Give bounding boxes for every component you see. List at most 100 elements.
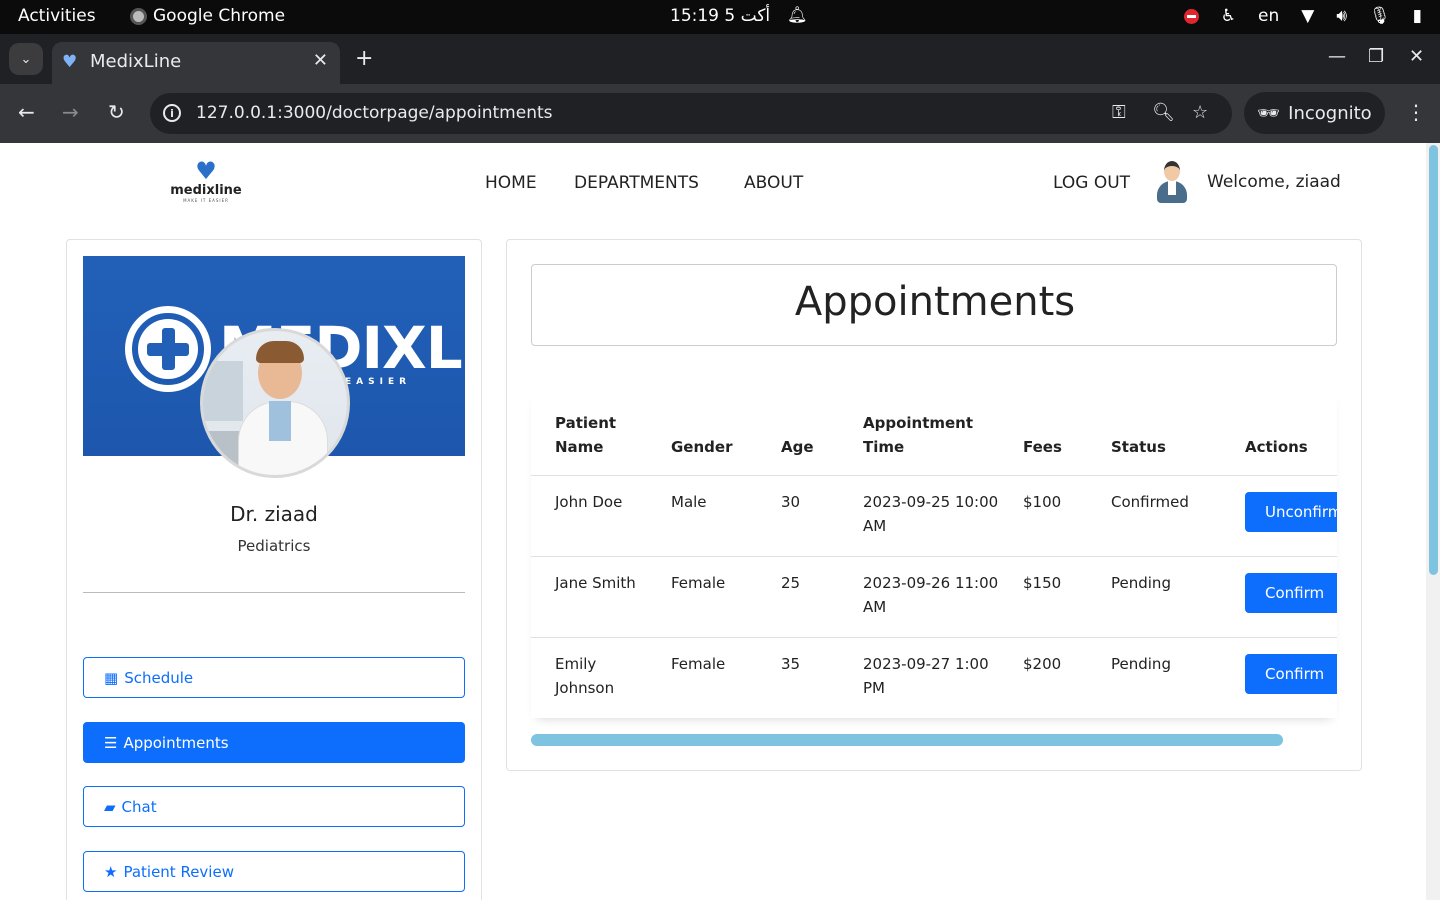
calendar-icon: ▦ [104, 668, 119, 687]
avatar-shirt [1168, 181, 1176, 195]
doctor-name: Dr. ziaad [230, 502, 318, 526]
battery-icon: ▮ [1412, 6, 1422, 26]
header-fees: Fees [999, 390, 1087, 476]
bookmark-star-icon[interactable]: ☆ [1192, 102, 1208, 123]
photo-shirt [269, 401, 291, 441]
patient-review-button[interactable]: ★ Patient Review [83, 851, 465, 892]
nav-home[interactable]: HOME [485, 173, 537, 193]
table-row: Jane Smith Female 25 2023-09-26 11:00 AM… [531, 556, 1337, 638]
site-logo[interactable]: ♥ medixline MAKE IT EASIER [170, 158, 242, 206]
chat-button[interactable]: ▰ Chat [83, 786, 465, 827]
photo-hair [256, 341, 304, 363]
schedule-label: Schedule [124, 668, 194, 687]
cell-time: 2023-09-26 11:00 AM [839, 556, 999, 638]
logo-tagline: MAKE IT EASIER [183, 198, 229, 203]
doctor-profile-card: MEDIXLINE EASIER Dr. ziaad Pediatrics ▦ … [66, 239, 482, 900]
banner-slogan: EASIER [345, 377, 412, 387]
url-text[interactable]: 127.0.0.1:3000/doctorpage/appointments [196, 103, 553, 123]
restore-icon[interactable]: ❐ [1368, 46, 1384, 67]
header-actions: Actions [1221, 390, 1337, 476]
app-name: Google Chrome [153, 6, 286, 26]
appointments-table: Patient Name Gender Age Appointment Time… [531, 390, 1337, 718]
logo-word: medixline [170, 183, 242, 198]
divider [83, 592, 465, 593]
appointments-table-container[interactable]: Patient Name Gender Age Appointment Time… [531, 390, 1337, 718]
table-header-row: Patient Name Gender Age Appointment Time… [531, 390, 1337, 476]
site-info-icon[interactable]: i [163, 104, 181, 122]
doctor-department: Pediatrics [237, 537, 311, 555]
clock[interactable]: 15:19 5 أكت [670, 6, 770, 26]
cell-gender: Female [647, 556, 757, 638]
welcome-text: Welcome, ziaad [1207, 172, 1341, 192]
microphone-icon: 🎙︎ [1369, 6, 1391, 26]
incognito-label: Incognito [1288, 102, 1372, 124]
activities-button[interactable]: Activities [18, 6, 96, 26]
table-row: Emily Johnson Female 35 2023-09-27 1:00 … [531, 637, 1337, 718]
cell-gender: Male [647, 475, 757, 557]
page-scrollbar-thumb[interactable] [1429, 145, 1438, 575]
confirm-button[interactable]: Confirm [1245, 653, 1337, 694]
chat-label: Chat [121, 797, 157, 816]
unconfirm-button[interactable]: Unconfirm [1245, 491, 1337, 532]
tab-strip: ⌄ ♥ MedixLine ✕ + — ❐ ✕ [0, 34, 1440, 84]
appointments-label: Appointments [123, 733, 229, 752]
header-status: Status [1087, 390, 1221, 476]
list-icon: ☰ [104, 733, 118, 752]
nav-about[interactable]: ABOUT [744, 173, 803, 193]
minimize-icon[interactable]: — [1328, 46, 1346, 67]
browser-toolbar: ← → ↻ i 127.0.0.1:3000/doctorpage/appoin… [0, 84, 1440, 143]
reload-icon[interactable]: ↻ [108, 100, 125, 124]
cell-status: Pending [1111, 654, 1171, 673]
table-row: John Doe Male 30 2023-09-25 10:00 AM $10… [531, 475, 1337, 557]
appointments-button[interactable]: ☰ Appointments [83, 722, 465, 763]
new-tab-icon[interactable]: + [355, 46, 373, 71]
logout-link[interactable]: LOG OUT [1053, 173, 1130, 193]
cell-fees: $100 [999, 475, 1087, 557]
cell-actions: Unconfirm [1221, 475, 1337, 557]
app-menu[interactable]: Google Chrome [130, 6, 285, 26]
doctor-photo [200, 328, 350, 478]
table-horizontal-scrollbar[interactable] [531, 734, 1283, 746]
back-icon[interactable]: ← [18, 100, 35, 124]
cell-actions: Confirm [1221, 556, 1337, 638]
banner-plus-horizontal [147, 343, 189, 356]
confirm-button[interactable]: Confirm [1245, 572, 1337, 613]
chrome-menu-icon[interactable]: ⋮ [1406, 100, 1426, 124]
cell-gender: Female [671, 654, 726, 673]
tab-search-button[interactable]: ⌄ [9, 43, 43, 75]
page-scrollbar[interactable] [1426, 143, 1440, 900]
incognito-icon: 🕶︎ [1257, 102, 1281, 124]
header-gender: Gender [647, 390, 757, 476]
cell-fees: $200 [1023, 654, 1062, 673]
cell-patient: John Doe [531, 475, 647, 557]
star-icon: ★ [104, 862, 118, 881]
close-window-icon[interactable]: ✕ [1409, 46, 1424, 67]
browser-tab[interactable]: ♥ MedixLine ✕ [52, 42, 340, 84]
cell-status: Pending [1087, 556, 1221, 638]
forward-icon[interactable]: → [62, 100, 79, 124]
header-age: Age [757, 390, 839, 476]
schedule-button[interactable]: ▦ Schedule [83, 657, 465, 698]
cell-actions: Confirm [1221, 637, 1337, 718]
patient-review-label: Patient Review [123, 862, 234, 881]
cell-patient: Jane Smith [531, 556, 647, 638]
zoom-icon[interactable]: 🔍︎ [1152, 102, 1175, 123]
os-top-bar: Activities Google Chrome 15:19 5 أكت 🔔︎ … [0, 0, 1440, 34]
bell-icon[interactable]: 🔔︎ [787, 5, 807, 24]
cell-time: 2023-09-27 1:00 PM [863, 654, 989, 697]
key-icon[interactable]: ⚿ [1112, 102, 1126, 123]
close-tab-icon[interactable]: ✕ [313, 50, 328, 71]
incognito-indicator[interactable]: 🕶︎ Incognito [1244, 92, 1385, 134]
system-tray[interactable]: ♿︎ en ▼ 🔊︎ 🎙︎ ▮ [1183, 6, 1422, 26]
accessibility-icon: ♿︎ [1220, 6, 1237, 26]
address-bar[interactable]: i 127.0.0.1:3000/doctorpage/appointments… [150, 93, 1232, 134]
cell-patient: Emily Johnson [555, 654, 615, 697]
language-indicator[interactable]: en [1258, 6, 1279, 26]
logo-heart-icon: ♥ [195, 157, 217, 185]
chat-icon: ▰ [104, 797, 116, 816]
header-appointment-time: Appointment Time [839, 390, 999, 476]
user-avatar[interactable] [1155, 161, 1189, 205]
photo-shelf [203, 361, 243, 421]
header-patient-name: Patient Name [531, 390, 647, 476]
nav-departments[interactable]: DEPARTMENTS [574, 173, 699, 193]
